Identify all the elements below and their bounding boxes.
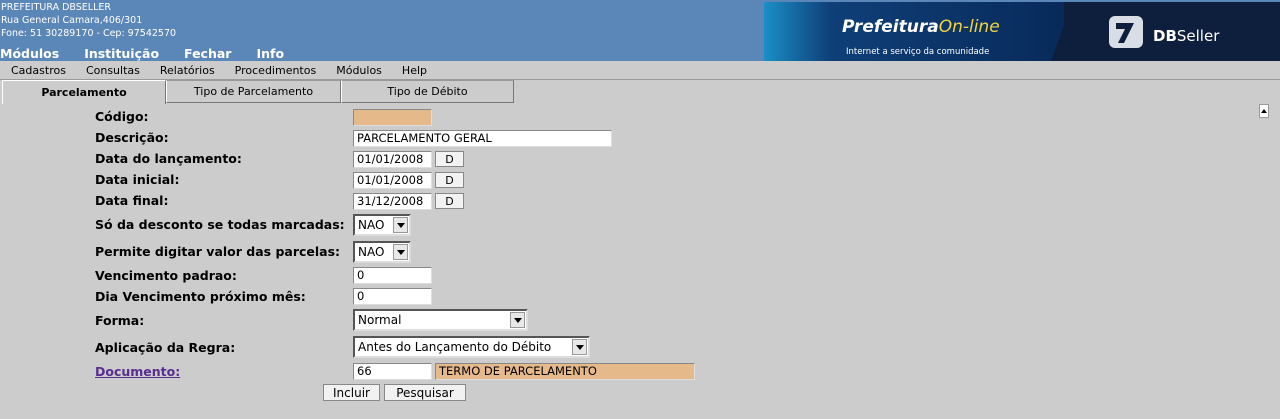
- menu-cadastros[interactable]: Cadastros: [11, 64, 66, 77]
- nav-info[interactable]: Info: [256, 46, 284, 61]
- label-descricao: Descrição:: [95, 130, 169, 145]
- label-data-inicial: Data inicial:: [95, 172, 180, 187]
- menubar: Cadastros Consultas Relatórios Procedime…: [0, 61, 1280, 80]
- incluir-button[interactable]: Incluir: [323, 384, 380, 401]
- data-inicial-date-button[interactable]: D: [435, 172, 464, 188]
- tab-bar: Parcelamento Tipo de Parcelamento Tipo d…: [2, 80, 514, 104]
- label-permite-digitar: Permite digitar valor das parcelas:: [95, 244, 341, 259]
- company-info: PREFEITURA DBSELLER Rua General Camara,4…: [1, 1, 176, 40]
- label-vencimento-padrao: Vencimento padrao:: [95, 268, 237, 283]
- tab-parcelamento[interactable]: Parcelamento: [2, 80, 166, 104]
- tab-tipo-de-debito[interactable]: Tipo de Débito: [341, 80, 514, 103]
- company-name: PREFEITURA DBSELLER: [1, 2, 111, 13]
- data-final-field[interactable]: 31/12/2008: [353, 193, 432, 210]
- descricao-field[interactable]: PARCELAMENTO GERAL: [353, 130, 612, 147]
- codigo-field[interactable]: [353, 109, 432, 126]
- label-codigo: Código:: [95, 109, 149, 124]
- dbseller-logo-icon: [1109, 16, 1143, 48]
- documento-code-field[interactable]: 66: [353, 363, 432, 380]
- banner-slogan: Internet a serviço da comunidade: [846, 47, 990, 57]
- documento-link[interactable]: Documento:: [95, 364, 180, 379]
- forma-select[interactable]: Normal: [353, 309, 528, 331]
- menu-relatorios[interactable]: Relatórios: [160, 64, 215, 77]
- label-data-lancamento: Data do lançamento:: [95, 151, 242, 166]
- company-contact: Fone: 51 30289170 - Cep: 97542570: [1, 28, 177, 39]
- dbseller-logo: DBSeller: [1153, 27, 1220, 45]
- chevron-down-icon: [572, 339, 587, 355]
- label-so-desconto: Só da desconto se todas marcadas:: [95, 217, 345, 232]
- company-address: Rua General Camara,406/301: [1, 15, 143, 26]
- aplicacao-regra-value: Antes do Lançamento do Débito: [358, 340, 552, 354]
- label-forma: Forma:: [95, 313, 145, 328]
- permite-digitar-select[interactable]: NAO: [353, 241, 411, 263]
- top-nav: Módulos Instituição Fechar Info: [0, 46, 309, 61]
- chevron-down-icon: [510, 312, 525, 328]
- menu-consultas[interactable]: Consultas: [86, 64, 140, 77]
- data-inicial-field[interactable]: 01/01/2008: [353, 172, 432, 189]
- tab-tipo-de-parcelamento[interactable]: Tipo de Parcelamento: [166, 80, 341, 103]
- nav-fechar[interactable]: Fechar: [184, 46, 231, 61]
- menu-help[interactable]: Help: [402, 64, 427, 77]
- label-aplicacao-regra: Aplicação da Regra:: [95, 340, 236, 355]
- documento-description-field[interactable]: TERMO DE PARCELAMENTO: [435, 363, 695, 380]
- data-lancamento-date-button[interactable]: D: [435, 151, 464, 167]
- aplicacao-regra-select[interactable]: Antes do Lançamento do Débito: [353, 336, 590, 358]
- data-final-date-button[interactable]: D: [435, 193, 464, 209]
- dia-vencimento-field[interactable]: 0: [353, 288, 432, 305]
- so-desconto-value: NAO: [358, 218, 385, 232]
- prefeitura-online-logo: PrefeituraOn-line: [842, 17, 1000, 37]
- chevron-down-icon: [393, 244, 408, 260]
- header: PREFEITURA DBSELLER Rua General Camara,4…: [0, 0, 1280, 61]
- chevron-down-icon: [393, 217, 408, 233]
- pesquisar-button[interactable]: Pesquisar: [384, 384, 466, 401]
- menu-modulos[interactable]: Módulos: [336, 64, 382, 77]
- vertical-scrollbar[interactable]: [1258, 104, 1270, 419]
- vencimento-padrao-field[interactable]: 0: [353, 267, 432, 284]
- nav-modulos[interactable]: Módulos: [0, 46, 59, 61]
- label-data-final: Data final:: [95, 193, 169, 208]
- so-desconto-select[interactable]: NAO: [353, 214, 411, 236]
- forma-value: Normal: [358, 313, 402, 327]
- label-dia-vencimento: Dia Vencimento próximo mês:: [95, 289, 306, 304]
- data-lancamento-field[interactable]: 01/01/2008: [353, 151, 432, 168]
- menu-procedimentos[interactable]: Procedimentos: [235, 64, 317, 77]
- app-window: PREFEITURA DBSELLER Rua General Camara,4…: [0, 0, 1280, 419]
- permite-digitar-value: NAO: [358, 245, 385, 259]
- nav-instituicao[interactable]: Instituição: [84, 46, 159, 61]
- scroll-up-arrow-icon[interactable]: [1259, 104, 1269, 118]
